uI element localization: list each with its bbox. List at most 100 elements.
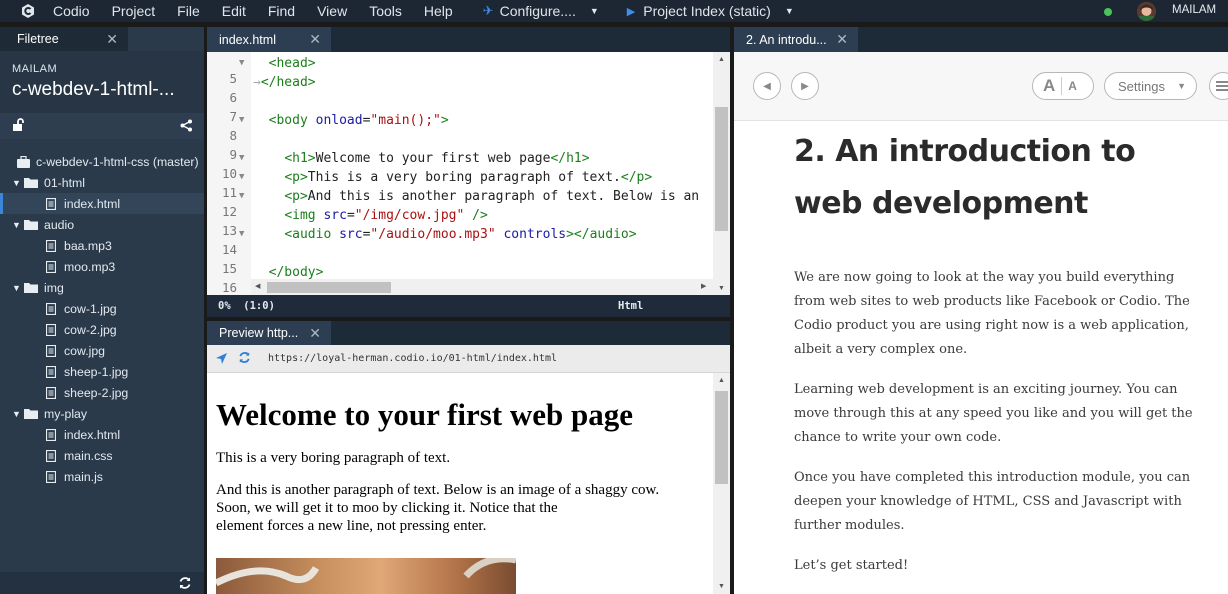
- share-icon[interactable]: [180, 119, 193, 137]
- tree-file-cow-1-jpg[interactable]: cow-1.jpg: [0, 298, 204, 319]
- play-icon: ▶: [626, 5, 636, 18]
- project-header: MAILAM c-webdev-1-html-...: [0, 51, 204, 113]
- font-smaller-icon[interactable]: A: [1068, 79, 1077, 93]
- tab-guide[interactable]: 2. An introdu... ✕: [734, 27, 858, 52]
- tree-file-cow-2-jpg[interactable]: cow-2.jpg: [0, 319, 204, 340]
- code-text: <p>And this is another paragraph of text…: [284, 189, 700, 204]
- preview-vertical-scrollbar[interactable]: ▲ ▼: [713, 373, 730, 594]
- chevron-right-icon: ▶: [801, 80, 809, 92]
- tab-guide-label: 2. An introdu...: [746, 32, 827, 47]
- user-name[interactable]: MAILAM: [1172, 4, 1216, 16]
- chevron-down-icon[interactable]: ▼: [12, 409, 24, 419]
- project-index-button[interactable]: ▶ Project Index (static) ▼: [627, 3, 794, 19]
- menu-edit[interactable]: Edit: [222, 3, 246, 19]
- tree-folder-audio[interactable]: ▼ audio: [0, 214, 204, 235]
- configure-button[interactable]: ✈ Configure.... ▼: [483, 3, 599, 19]
- guide-paragraph: Let’s get started!: [794, 558, 909, 573]
- tree-file-sheep-2-jpg[interactable]: sheep-2.jpg: [0, 382, 204, 403]
- tree-file-moo-mp3[interactable]: moo.mp3: [0, 256, 204, 277]
- tree-root[interactable]: c-webdev-1-html-css (master): [0, 151, 204, 172]
- chevron-down-icon[interactable]: ▼: [12, 178, 24, 188]
- settings-button[interactable]: Settings ▼: [1104, 72, 1197, 100]
- tree-item-label: sheep-1.jpg: [64, 364, 129, 379]
- close-icon[interactable]: ✕: [836, 31, 848, 48]
- tree-item-label: cow.jpg: [64, 343, 106, 358]
- fold-icon[interactable]: ▼: [239, 153, 244, 163]
- tree-file-cow-jpg[interactable]: cow.jpg: [0, 340, 204, 361]
- guide-toolbar: ◀ ▶ A A Settings ▼: [734, 52, 1228, 121]
- chevron-down-icon[interactable]: ▼: [12, 283, 24, 293]
- fold-icon[interactable]: ▼: [239, 172, 244, 182]
- scroll-right-icon[interactable]: ▶: [701, 282, 706, 290]
- menu-view[interactable]: View: [317, 3, 347, 19]
- code-line: 13 <img src="/img/cow.jpg" />: [207, 208, 713, 238]
- code-text: →</head>: [253, 75, 316, 90]
- tab-preview[interactable]: Preview http... ✕: [207, 321, 331, 345]
- tab-index-html[interactable]: index.html ✕: [207, 27, 331, 52]
- chevron-down-icon[interactable]: ▼: [12, 220, 24, 230]
- refresh-icon[interactable]: [238, 351, 251, 369]
- menu-tools[interactable]: Tools: [369, 3, 402, 19]
- configure-label: Configure....: [499, 3, 576, 19]
- tree-file-main-css[interactable]: main.css: [0, 445, 204, 466]
- file-icon: [44, 239, 58, 252]
- refresh-icon[interactable]: [178, 576, 192, 594]
- panel-divider[interactable]: [204, 22, 207, 594]
- tree-file-index-html[interactable]: index.html: [0, 193, 204, 214]
- tree-folder-01-html[interactable]: ▼ 01-html: [0, 172, 204, 193]
- scroll-down-icon[interactable]: ▼: [718, 285, 725, 292]
- tree-file-my-play-index-html[interactable]: index.html: [0, 424, 204, 445]
- tree-folder-my-play[interactable]: ▼ my-play: [0, 403, 204, 424]
- menu-project[interactable]: Project: [112, 3, 156, 19]
- menu-codio[interactable]: Codio: [53, 3, 90, 19]
- tree-folder-img[interactable]: ▼ img: [0, 277, 204, 298]
- close-icon[interactable]: ✕: [309, 31, 321, 48]
- menu-button[interactable]: [1209, 72, 1228, 100]
- close-icon[interactable]: ✕: [106, 31, 118, 48]
- tree-file-baa-mp3[interactable]: baa.mp3: [0, 235, 204, 256]
- close-icon[interactable]: ✕: [309, 325, 321, 342]
- tab-filetree[interactable]: Filetree ✕: [0, 27, 128, 51]
- language-mode[interactable]: Html: [618, 300, 643, 312]
- folder-icon: [24, 176, 38, 189]
- menu-file[interactable]: File: [177, 3, 200, 19]
- preview-tabstrip: Preview http... ✕: [207, 321, 730, 345]
- menu-find[interactable]: Find: [268, 3, 295, 19]
- preview-paragraph-2-line-2: Soon, we will get it to moo by clicking …: [216, 500, 558, 516]
- tree-item-label: moo.mp3: [64, 259, 116, 274]
- next-button[interactable]: ▶: [791, 72, 819, 100]
- scroll-down-icon[interactable]: ▼: [718, 583, 725, 590]
- tree-item-label: index.html: [64, 196, 121, 211]
- avatar[interactable]: [1137, 2, 1156, 21]
- scroll-thumb[interactable]: [715, 391, 728, 484]
- scroll-thumb[interactable]: [267, 282, 391, 293]
- preview-url-input[interactable]: https://loyal-herman.codio.io/01-html/in…: [268, 353, 557, 364]
- scroll-thumb[interactable]: [715, 107, 728, 231]
- editor-vertical-scrollbar[interactable]: ▲ ▼: [713, 52, 730, 295]
- tree-file-main-js[interactable]: main.js: [0, 466, 204, 487]
- guide-panel: 2. An introdu... ✕ ◀ ▶ A A Settings ▼ 2.…: [734, 27, 1228, 594]
- unlock-icon[interactable]: [12, 118, 26, 137]
- cow-image[interactable]: [216, 558, 516, 594]
- scroll-up-icon[interactable]: ▲: [718, 56, 725, 63]
- code-area[interactable]: 5 ▼ <head> 6 →</head> 7 8 ▼ <body onload…: [207, 52, 713, 306]
- panel-divider[interactable]: [207, 317, 730, 321]
- code-text: <body onload="main();">: [268, 113, 449, 128]
- scroll-left-icon[interactable]: ◀: [255, 282, 260, 290]
- fold-icon[interactable]: ▼: [239, 58, 244, 68]
- tree-file-sheep-1-jpg[interactable]: sheep-1.jpg: [0, 361, 204, 382]
- editor-horizontal-scrollbar[interactable]: ◀ ▶: [251, 279, 713, 295]
- fold-icon[interactable]: ▼: [239, 229, 244, 239]
- navigate-icon[interactable]: [215, 352, 228, 370]
- menu-help[interactable]: Help: [424, 3, 453, 19]
- tab-filetree-label: Filetree: [17, 32, 59, 46]
- panel-divider[interactable]: [730, 22, 734, 594]
- font-larger-icon[interactable]: A: [1043, 76, 1055, 96]
- code-text: <img src="/img/cow.jpg" />: [284, 208, 488, 223]
- codio-logo-icon[interactable]: [19, 2, 37, 20]
- project-name[interactable]: c-webdev-1-html-...: [12, 79, 175, 101]
- fold-icon[interactable]: ▼: [239, 191, 244, 201]
- scroll-up-icon[interactable]: ▲: [718, 377, 725, 384]
- fold-icon[interactable]: ▼: [239, 115, 244, 125]
- previous-button[interactable]: ◀: [753, 72, 781, 100]
